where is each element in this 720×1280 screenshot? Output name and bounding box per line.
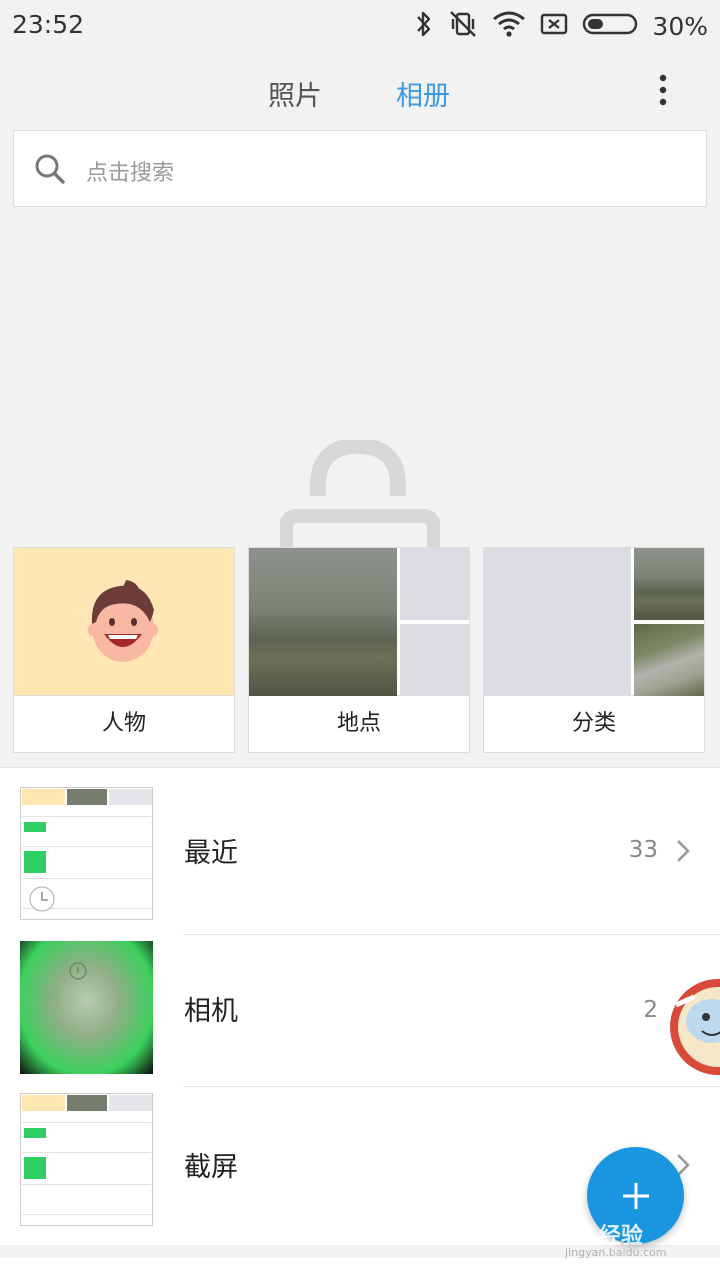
album-thumbnail [20,941,153,1074]
plus-icon [621,1181,651,1215]
tab-photos[interactable]: 照片 [268,74,322,113]
search-placeholder: 点击搜索 [86,161,175,186]
status-time: 23:52 [12,10,85,39]
chevron-right-icon [676,839,690,867]
header-tabs: 照片 相册 [0,60,720,122]
bluetooth-icon [414,10,434,42]
path-photo [634,624,704,696]
category-card-places[interactable]: 地点 [248,547,470,753]
unlock-icon [279,437,441,563]
category-card-people[interactable]: 人物 [13,547,235,753]
album-name: 截屏 [184,1152,238,1183]
places-thumbnail [249,548,469,696]
tab-albums[interactable]: 相册 [396,74,450,113]
empty-tile [400,548,469,620]
wifi-icon [492,10,526,42]
album-name: 最近 [184,838,238,869]
category-label-people: 人物 [101,711,146,736]
screenshot-thumbnail [20,1093,153,1226]
album-row-recent[interactable]: 最近 33 [0,783,720,935]
status-icons: 30% [414,10,708,42]
empty-tile [400,624,469,696]
next-row-peek [0,1258,720,1280]
album-thumbnail [20,1093,153,1226]
battery-text: 30% [652,11,708,41]
clock-icon [29,886,55,916]
album-thumbnail [20,787,153,920]
gallery-screen: 23:52 30% 照片 相册 点击搜索 人物 地点 分类 最近 33 相机 2… [0,0,720,1280]
watermark-url: jingyan.baidu.com [565,1246,667,1259]
vibrate-off-icon [448,10,478,42]
album-count: 33 [628,837,658,863]
info-icon [68,961,88,985]
album-count: 2 [643,997,658,1023]
mascot-sticker [666,975,720,1080]
search-box[interactable]: 点击搜索 [13,130,707,207]
category-label-categories: 分类 [571,711,616,736]
search-icon [34,153,66,189]
status-bar: 23:52 30% [0,0,720,52]
more-vertical-icon[interactable] [648,74,678,108]
album-row-camera[interactable]: 相机 2 [0,935,720,1087]
category-card-categories[interactable]: 分类 [483,547,705,753]
no-sim-icon [540,10,568,42]
sea-photo [249,548,397,696]
screenshot-thumbnail [20,787,153,920]
category-label-places: 地点 [336,711,381,736]
empty-tile [484,548,631,696]
people-thumbnail [14,548,234,696]
album-name: 相机 [184,996,238,1027]
face-avatar-icon [86,578,160,670]
categories-thumbnail [484,548,704,696]
battery-icon [582,10,638,42]
sea-photo [634,548,704,620]
